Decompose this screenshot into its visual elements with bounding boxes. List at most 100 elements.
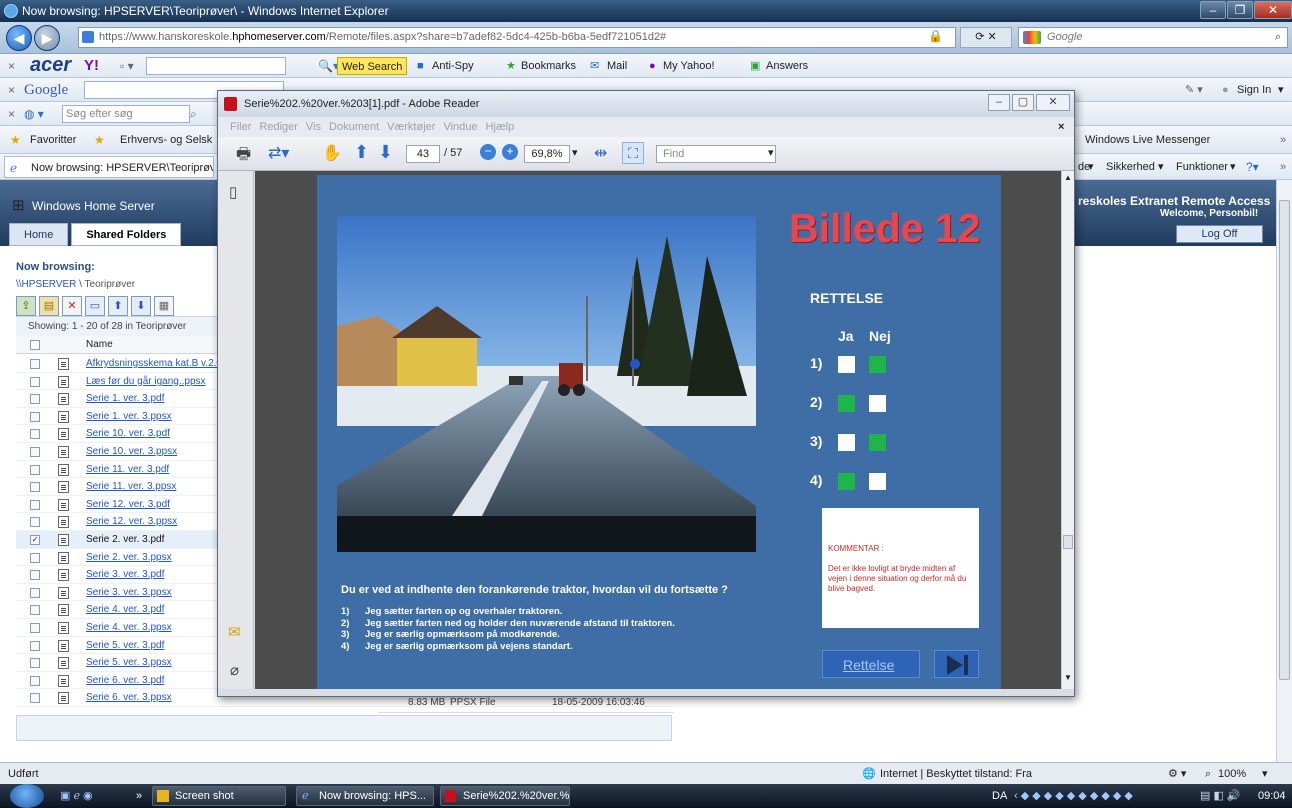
forward-button[interactable]: ▶ [34, 25, 60, 51]
reader-menu-item[interactable]: Filer [230, 121, 251, 133]
clock[interactable]: 09:04 [1258, 784, 1286, 808]
previous-page-icon[interactable]: ⬆ [354, 142, 369, 163]
add-favorite-icon[interactable]: ★ [94, 126, 105, 154]
file-checkbox[interactable] [30, 605, 40, 616]
reader-menu-item[interactable]: Rediger [259, 121, 298, 133]
protected-mode-icon[interactable]: ⚙ ▾ [1168, 763, 1186, 785]
mail-button[interactable]: Mail [607, 54, 627, 78]
share-icon[interactable]: ⇄▾ [268, 143, 289, 163]
browser-tab[interactable]: Now browsing: HPSERVER\Teoriprøver\ [4, 156, 214, 178]
tools-menu[interactable]: Funktioner [1176, 154, 1228, 180]
anti-spy-button[interactable]: Anti-Spy [432, 54, 474, 78]
page-number-input[interactable]: 43 [406, 145, 440, 163]
reader-menu-item[interactable]: Vindue [443, 121, 477, 133]
file-checkbox[interactable] [30, 693, 40, 704]
file-checkbox[interactable] [30, 429, 40, 440]
zoom-level[interactable]: 100% [1218, 763, 1246, 785]
scroll-up-icon[interactable]: ▲ [1064, 173, 1072, 182]
close-button[interactable]: ✕ [1254, 1, 1292, 19]
rename-icon[interactable]: ▭ [85, 296, 105, 316]
next-page-icon[interactable]: ⬇ [378, 142, 393, 163]
answers-button[interactable]: Answers [766, 54, 808, 78]
acer-search-icon[interactable]: 🔍▾ [318, 54, 339, 78]
file-checkbox[interactable] [30, 623, 40, 633]
file-checkbox[interactable] [30, 359, 40, 369]
file-name-link[interactable]: Serie 12. ver. 3.ppsx [86, 513, 177, 530]
reader-menu-item[interactable]: Hjælp [486, 121, 515, 133]
new-folder-icon[interactable]: ▤ [39, 296, 59, 316]
tools-dropdown-icon[interactable]: ▾ [1230, 154, 1236, 180]
fit-page-icon[interactable]: ⛶ [622, 142, 644, 164]
download-icon[interactable]: ⬇ [131, 296, 151, 316]
file-name-link[interactable]: Serie 5. ver. 3.ppsx [86, 654, 172, 671]
zoom-dropdown-icon[interactable]: ▾ [1262, 763, 1268, 785]
file-checkbox[interactable]: ✓ [30, 535, 40, 545]
task-screen-shot[interactable]: Screen shot [152, 786, 286, 806]
file-checkbox[interactable] [30, 376, 40, 387]
find-dropdown-icon[interactable]: ▾ [768, 146, 774, 159]
refresh-stop-icons[interactable]: ⟳ ✕ [960, 27, 1012, 48]
search-icon[interactable]: ⌕ [1275, 28, 1281, 47]
file-checkbox[interactable] [30, 552, 40, 563]
file-name-link[interactable]: Serie 1. ver. 3.ppsx [86, 408, 172, 425]
file-name-link[interactable]: Serie 6. ver. 3.pdf [86, 672, 164, 689]
file-checkbox[interactable] [30, 499, 40, 510]
favorites-button[interactable]: Favoritter [30, 126, 76, 154]
delete-icon[interactable]: ✕ [62, 296, 82, 316]
hand-tool-icon[interactable]: ✋ [322, 143, 342, 163]
file-name-link[interactable]: Serie 6. ver. 3.ppsx [86, 689, 172, 706]
file-checkbox[interactable] [30, 658, 40, 669]
move-up-icon[interactable]: ⬆ [108, 296, 128, 316]
find-input[interactable]: Find [656, 145, 776, 163]
file-checkbox[interactable] [30, 464, 40, 475]
file-name-link[interactable]: Serie 2. ver. 3.ppsx [86, 549, 172, 566]
sign-in-dropdown-icon[interactable]: ▾ [1278, 78, 1284, 102]
file-name-link[interactable]: Serie 2. ver. 3.pdf [86, 531, 164, 548]
start-button[interactable] [10, 784, 44, 808]
tray-network-icon[interactable]: ▤ ◧ 🔊 [1200, 784, 1241, 808]
settings-icon[interactable]: ✎ ▾ [1185, 78, 1203, 102]
security-menu[interactable]: Sikkerhed [1106, 154, 1155, 180]
zoom-dropdown-icon[interactable]: ▾ [572, 146, 578, 159]
lock-icon[interactable]: 🔒 [928, 29, 943, 43]
tray-icons[interactable]: ‹ ◆ ◆ ◆ ◆ ◆ ◆ ◆ ◆ ◆ ◆ [1014, 784, 1133, 808]
back-button[interactable]: ◀ [6, 25, 32, 51]
security-dropdown-icon[interactable]: ▾ [1158, 154, 1164, 180]
file-name-link[interactable]: Serie 10. ver. 3.ppsx [86, 443, 177, 460]
file-name-link[interactable]: Serie 3. ver. 3.pdf [86, 566, 164, 583]
pages-panel-icon[interactable]: ▯ [229, 183, 237, 201]
reader-minimize-button[interactable]: – [988, 94, 1010, 111]
reader-close-button[interactable]: ✕ [1036, 94, 1070, 111]
main-scrollbar[interactable] [1276, 180, 1292, 762]
zoom-input[interactable]: 69,8% [524, 145, 570, 163]
breadcrumb-root-link[interactable]: \\HPSERVER [16, 279, 76, 290]
file-checkbox[interactable] [30, 570, 40, 581]
acer-search-input[interactable] [146, 57, 286, 75]
file-checkbox[interactable] [30, 394, 40, 405]
view-icon[interactable]: ▦ [154, 296, 174, 316]
file-name-link[interactable]: Serie 5. ver. 3.pdf [86, 637, 164, 654]
quick-launch-icons[interactable]: ▣ ℯ ◉ [60, 784, 93, 808]
file-checkbox[interactable] [30, 482, 40, 493]
file-name-link[interactable]: Serie 4. ver. 3.ppsx [86, 619, 172, 636]
comments-panel-icon[interactable]: ✉ [228, 623, 241, 641]
task-ie[interactable]: ℯ Now browsing: HPS... [296, 786, 434, 806]
toolbar-close-icon[interactable]: × [8, 102, 15, 126]
bookmarks-button[interactable]: Bookmarks [521, 54, 576, 78]
tab-shared-folders[interactable]: Shared Folders [71, 223, 182, 246]
toolbar-close-icon[interactable]: × [8, 78, 15, 102]
file-name-link[interactable]: Serie 3. ver. 3.ppsx [86, 584, 172, 601]
main-scroll-thumb[interactable] [1279, 200, 1290, 680]
rettelse-button[interactable]: Rettelse [822, 650, 920, 678]
toolbar-search-input[interactable]: Søg efter søg [62, 105, 190, 123]
file-checkbox[interactable] [30, 411, 40, 422]
page-menu-dropdown-icon[interactable]: ▾ [1088, 154, 1094, 180]
tab-home[interactable]: Home [9, 223, 69, 246]
file-name-link[interactable]: Afkrydsningsskema kat.B v.2.0 [86, 355, 222, 372]
upload-icon[interactable]: ⇪ [16, 296, 36, 316]
chevron-right-icon[interactable]: » [1280, 154, 1286, 180]
file-checkbox[interactable] [30, 640, 40, 651]
file-name-link[interactable]: Serie 11. ver. 3.ppsx [86, 478, 176, 495]
toolbar-close-icon[interactable]: × [8, 54, 15, 78]
search-input[interactable]: Google ⌕ [1018, 27, 1288, 48]
